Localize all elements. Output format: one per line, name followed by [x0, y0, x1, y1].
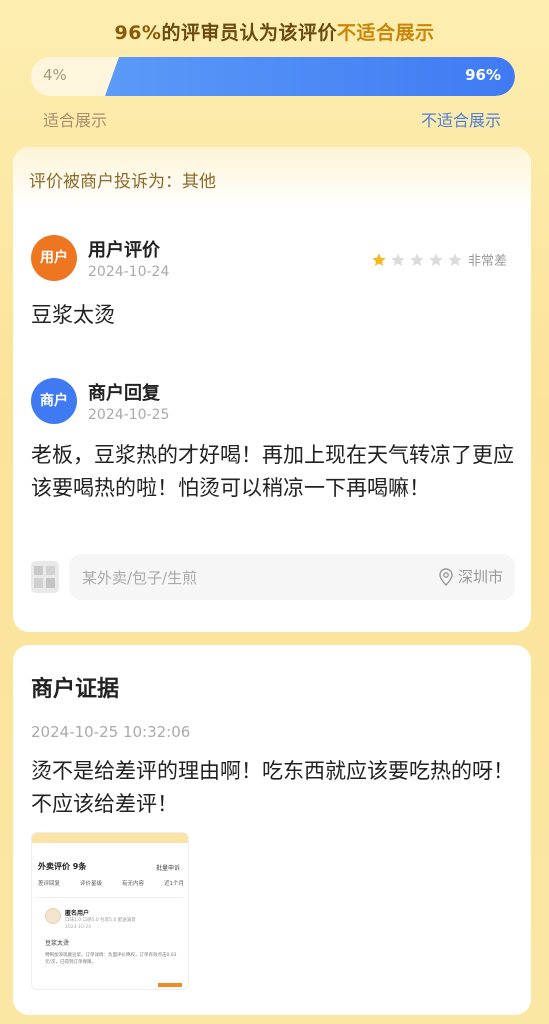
thumb-meta: 口味1.0 口感5.0 包装5.0 配送满意: [65, 918, 136, 923]
thumb-review-card: 匿名用户 口味1.0 口感5.0 包装5.0 配送满意 2024-10-24 豆…: [37, 897, 183, 987]
star-empty-icon: [429, 252, 443, 266]
thumb-name: 匿名用户: [65, 910, 90, 917]
thumb-orange-mark: [158, 983, 182, 987]
star-filled-icon: [372, 252, 386, 266]
shop-location-text: 深圳市: [457, 568, 503, 586]
evidence-time: 2024-10-25 10:32:06: [31, 723, 191, 741]
shop-info-bar[interactable]: 某外卖/包子/生煎 深圳市: [69, 554, 515, 600]
evidence-title: 商户证据: [31, 677, 120, 702]
star-empty-icon: [410, 252, 424, 266]
user-review-title: 用户评价: [88, 240, 160, 261]
user-avatar: 用户: [31, 235, 77, 281]
vote-title-highlight: 不适合展示: [336, 22, 435, 44]
vote-bar-unsuitable-pct: 96%: [465, 66, 501, 84]
vote-label-unsuitable: 不适合展示: [420, 111, 501, 130]
thumb-avatar: [45, 908, 61, 924]
vote-title-middle: 的评审员认为该评价: [161, 22, 337, 44]
rating-text: 非常差: [467, 254, 507, 269]
thumb-action: 批量申诉: [155, 865, 180, 872]
star-rating: 非常差: [371, 250, 507, 269]
user-review-text: 豆浆太烫: [31, 303, 115, 327]
shop-location: 深圳市: [438, 566, 503, 587]
vote-bar-suitable-pct: 4%: [43, 66, 67, 84]
merchant-reply-text: 老板，豆浆热的才好喝！再加上现在天气转凉了更应该要喝热的啦！怕烫可以稍凉一下再喝…: [31, 443, 514, 500]
vote-ratio-bar: 4% 96%: [31, 57, 515, 96]
thumb-heading: 外卖评价 9条: [38, 862, 87, 871]
evidence-card: 商户证据 2024-10-25 10:32:06 烫不是给差评的理由啊！吃东西就…: [13, 645, 531, 1015]
review-card: 评价被商户投诉为：其他 用户 用户评价 2024-10-24 非常差 豆浆太烫 …: [13, 147, 531, 632]
user-review-date: 2024-10-24: [88, 264, 170, 280]
thumb-note: 特制加添现磨豆浆。订单详情：负面评价降权，订单有效点击0.03元/次，已得到订单…: [45, 953, 177, 965]
star-empty-icon: [391, 252, 405, 266]
evidence-screenshot-thumbnail[interactable]: 外卖评价 9条 批量申诉 差评回复 评价星级 有无内容 近1个月 匿名用户 口味…: [31, 832, 189, 990]
merchant-reply-title: 商户回复: [88, 383, 160, 404]
shop-thumbnail-icon[interactable]: [31, 561, 59, 593]
evidence-text: 烫不是给差评的理由啊！吃东西就应该要吃热的呀！不应该给差评！: [31, 759, 514, 816]
vote-bar-unsuitable: [105, 57, 515, 96]
vote-label-suitable: 适合展示: [43, 111, 108, 130]
vote-title-percent: 96%: [114, 22, 162, 44]
thumb-filter: 评价星级: [80, 881, 103, 887]
thumb-date: 2024-10-24: [65, 925, 92, 930]
merchant-avatar: 商户: [31, 378, 77, 424]
thumb-filters: 差评回复 评价星级 有无内容 近1个月: [38, 879, 184, 887]
thumb-top-banner: [32, 833, 188, 843]
vote-summary-title: 96%的评审员认为该评价不适合展示: [0, 18, 549, 45]
location-pin-icon: [439, 567, 453, 586]
thumb-filter: 有无内容: [122, 881, 145, 887]
thumb-body: 豆浆太烫: [45, 940, 70, 947]
complaint-header: 评价被商户投诉为：其他: [13, 147, 531, 209]
star-empty-icon: [448, 252, 462, 266]
shop-name: 某外卖/包子/生煎: [82, 569, 198, 587]
merchant-reply-date: 2024-10-25: [88, 407, 170, 423]
thumb-filter: 差评回复: [38, 881, 61, 887]
thumb-filter: 近1个月: [164, 881, 184, 887]
